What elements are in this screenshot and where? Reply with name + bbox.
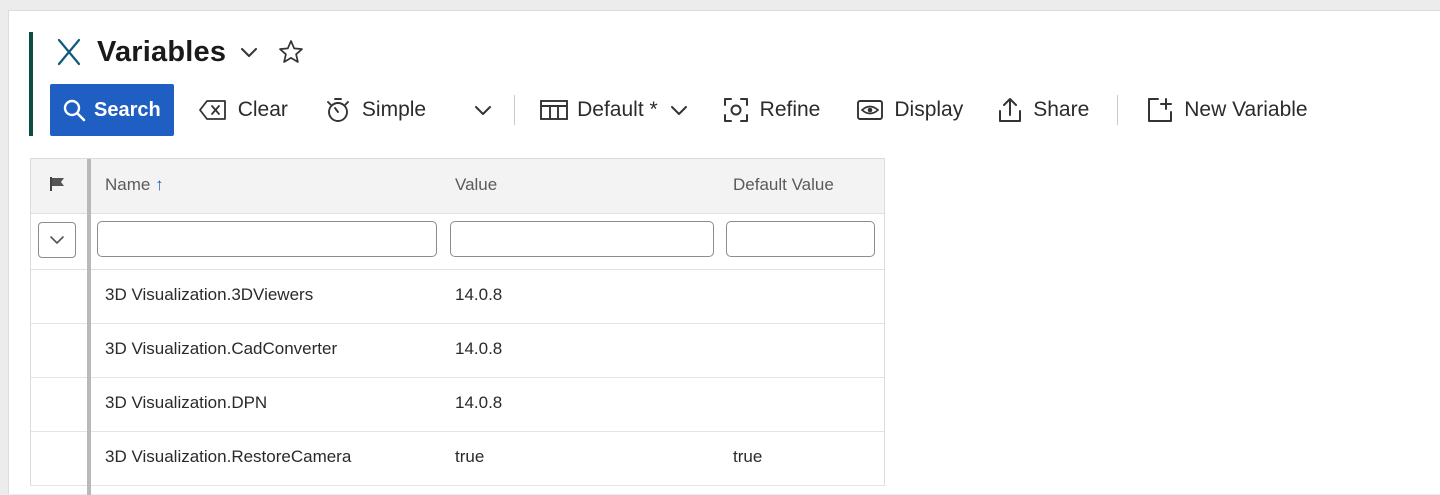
- share-icon: [999, 98, 1022, 122]
- star-icon[interactable]: [278, 39, 304, 65]
- flag-icon[interactable]: [49, 176, 67, 197]
- clear-button[interactable]: Clear: [198, 85, 288, 135]
- add-icon: [1148, 98, 1173, 122]
- refine-button[interactable]: Refine: [722, 85, 821, 135]
- page-title: Variables: [97, 35, 227, 68]
- accent-bar: [29, 32, 33, 136]
- page-header: Variables: [55, 34, 304, 70]
- new-variable-button-label: New Variable: [1184, 98, 1308, 121]
- simple-button-label: Simple: [361, 98, 427, 121]
- column-divider[interactable]: [87, 159, 91, 495]
- cell-name: 3D Visualization.3DViewers: [105, 285, 314, 304]
- cell-name: 3D Visualization.DPN: [105, 393, 268, 412]
- cell-value: true: [455, 447, 485, 466]
- view-selector-label: Default *: [577, 98, 658, 121]
- view-selector[interactable]: Default *: [539, 85, 688, 135]
- table-columns-icon: [540, 100, 569, 120]
- chevron-down-icon: [475, 106, 492, 115]
- cell-value: 14.0.8: [455, 339, 503, 358]
- share-button-label: Share: [1033, 98, 1090, 121]
- search-button[interactable]: Search: [50, 84, 174, 136]
- toolbar-divider: [514, 95, 516, 125]
- display-button[interactable]: Display: [856, 85, 963, 135]
- timer-icon: [326, 98, 349, 122]
- chevron-down-icon: [670, 106, 687, 115]
- simple-dropdown[interactable]: [474, 85, 492, 135]
- search-button-label: Search: [94, 98, 161, 121]
- toolbar: Search Clear Simple Default * Refine Dis…: [50, 84, 1308, 136]
- column-header-value[interactable]: Value: [455, 175, 497, 195]
- default-value-filter-input[interactable]: [726, 221, 875, 257]
- simple-button[interactable]: Simple: [324, 85, 426, 135]
- sort-ascending-icon: ↑: [155, 175, 164, 194]
- new-variable-button[interactable]: New Variable: [1146, 85, 1308, 135]
- filter-row: [31, 213, 884, 270]
- cell-value: 14.0.8: [455, 393, 503, 412]
- refine-button-label: Refine: [759, 98, 821, 121]
- share-button[interactable]: Share: [997, 85, 1089, 135]
- grid-header-row: Name ↑ Value Default Value: [31, 159, 884, 214]
- clear-button-label: Clear: [237, 98, 288, 121]
- x-icon: [55, 37, 83, 67]
- table-row[interactable]: 3D Visualization.CadConverter 14.0.8: [31, 323, 884, 378]
- cell-value: 14.0.8: [455, 285, 503, 304]
- display-button-label: Display: [894, 98, 964, 121]
- focus-icon: [723, 98, 748, 122]
- variables-grid: Name ↑ Value Default Value 3D Visualizat…: [30, 158, 885, 495]
- eye-icon: [857, 100, 884, 120]
- backspace-icon: [198, 100, 226, 120]
- table-row[interactable]: 3D Visualization.DPN 14.0.8: [31, 377, 884, 432]
- value-filter-input[interactable]: [450, 221, 714, 257]
- cell-name: 3D Visualization.CadConverter: [105, 339, 338, 358]
- table-row[interactable]: 3D Visualization.RestoreCamera true true: [31, 431, 884, 486]
- search-icon: [63, 99, 86, 122]
- name-filter-input[interactable]: [97, 221, 437, 257]
- column-header-default-value[interactable]: Default Value: [733, 175, 834, 195]
- toolbar-divider: [1117, 95, 1119, 125]
- column-header-name-label: Name: [105, 175, 151, 194]
- chevron-down-icon[interactable]: [240, 46, 258, 58]
- chevron-down-icon: [50, 236, 64, 244]
- table-row[interactable]: 3D Visualization.3DViewers 14.0.8: [31, 269, 884, 324]
- cell-name: 3D Visualization.RestoreCamera: [105, 447, 352, 466]
- filter-toggle-button[interactable]: [38, 222, 76, 258]
- cell-default-value: true: [733, 447, 763, 466]
- column-header-name[interactable]: Name ↑: [105, 175, 164, 195]
